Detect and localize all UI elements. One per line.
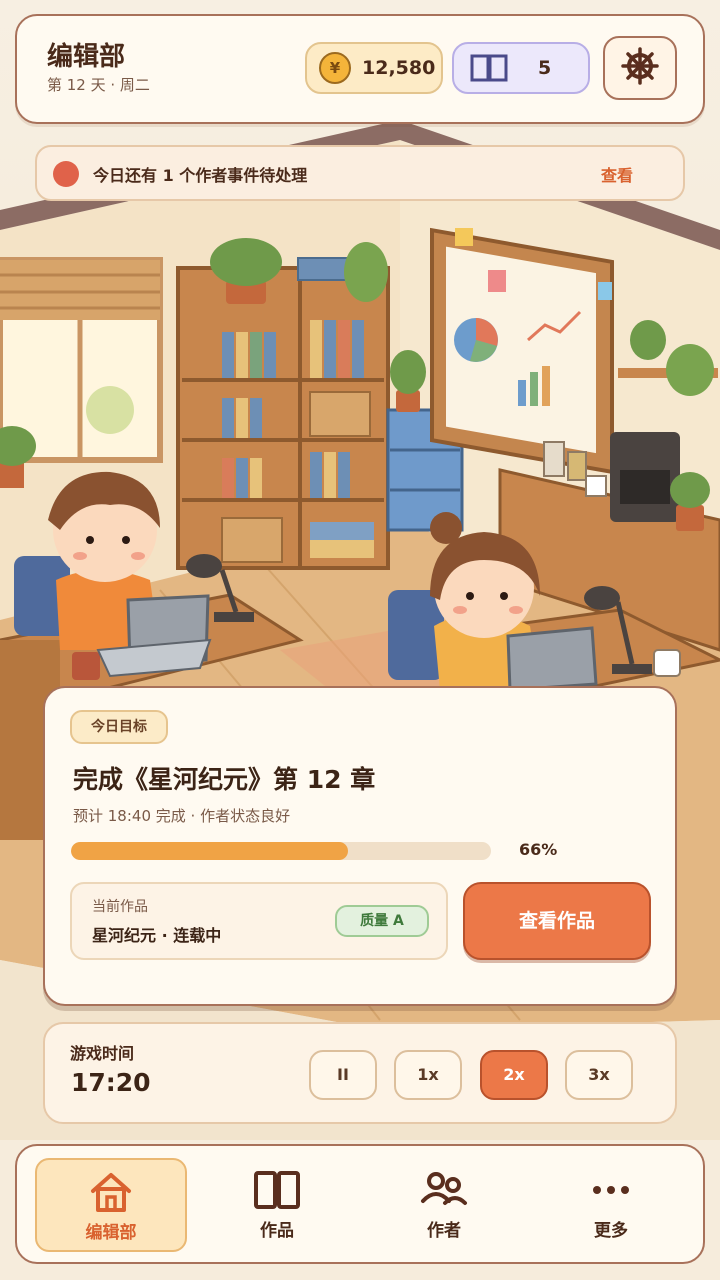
current-work-box[interactable]: 当前作品 星河纪元 · 连载中 质量 A [70, 882, 448, 960]
goal-progress-fill [71, 842, 349, 860]
more-icon [586, 1168, 636, 1212]
open-book-icon [470, 54, 508, 86]
authors-icon [419, 1168, 469, 1212]
coin-amount: 12,580 [362, 57, 436, 79]
coin-balance[interactable]: ¥ 12,580 [305, 42, 443, 94]
current-work-label: 当前作品 [92, 899, 148, 915]
alert-dot-icon [53, 161, 79, 187]
speed-3x-button[interactable]: 3x [565, 1050, 633, 1100]
goal-title: 完成《星河纪元》第 12 章 [73, 765, 376, 794]
daily-goal-card: 今日目标 完成《星河纪元》第 12 章 预计 18:40 完成 · 作者状态良好… [43, 686, 677, 1006]
game-clock: 17:20 [71, 1068, 151, 1097]
day-indicator: 第 12 天 · 周二 [47, 76, 150, 94]
home-icon [86, 1170, 136, 1214]
quality-badge: 质量 A [335, 905, 429, 937]
nav-label-editorial: 编辑部 [85, 1223, 137, 1243]
nav-label-works: 作品 [260, 1221, 294, 1241]
view-work-button[interactable]: 查看作品 [463, 882, 651, 960]
notice-view-link[interactable]: 查看 [601, 162, 633, 186]
current-work-name: 星河纪元 · 连载中 [92, 926, 222, 945]
top-header: 编辑部 第 12 天 · 周二 ¥ 12,580 5 [15, 14, 705, 124]
goal-tag: 今日目标 [70, 710, 168, 744]
goal-progress-bar [71, 842, 491, 860]
pause-button[interactable]: II [309, 1050, 377, 1100]
nav-label-more: 更多 [594, 1221, 628, 1241]
book-count-value: 5 [538, 57, 552, 79]
ship-wheel-icon [621, 47, 659, 89]
book-count[interactable]: 5 [452, 42, 590, 94]
goal-subtitle: 预计 18:40 完成 · 作者状态良好 [73, 807, 291, 825]
nav-item-works[interactable]: 作品 [201, 1158, 353, 1252]
speed-1x-button[interactable]: 1x [394, 1050, 462, 1100]
nav-label-authors: 作者 [427, 1221, 461, 1241]
coin-icon: ¥ [319, 52, 351, 84]
nav-item-more[interactable]: 更多 [535, 1158, 687, 1252]
page-title: 编辑部 [47, 42, 126, 72]
event-notice[interactable]: 今日还有 1 个作者事件待处理 查看 [35, 145, 685, 201]
speed-2x-button[interactable]: 2x [480, 1050, 548, 1100]
game-time-panel: 游戏时间 17:20 II 1x 2x 3x [43, 1022, 677, 1124]
settings-button[interactable] [603, 36, 677, 100]
goal-progress-label: 66% [519, 840, 558, 859]
game-time-label: 游戏时间 [70, 1044, 135, 1063]
bottom-nav: 编辑部 作品 作者 更多 [15, 1144, 705, 1264]
notice-text: 今日还有 1 个作者事件待处理 [93, 166, 308, 185]
nav-item-authors[interactable]: 作者 [368, 1158, 520, 1252]
book-icon [252, 1168, 302, 1212]
nav-item-editorial[interactable]: 编辑部 [35, 1158, 187, 1252]
